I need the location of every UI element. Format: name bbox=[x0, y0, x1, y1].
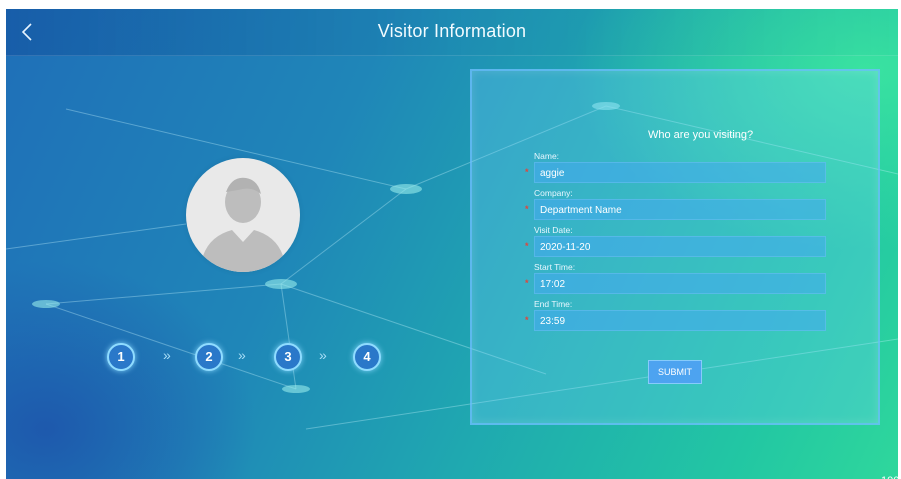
submit-button[interactable]: SUBMIT bbox=[648, 360, 702, 384]
required-marker: * bbox=[525, 167, 529, 177]
step-4: 4 bbox=[353, 343, 381, 371]
step-2: 2 bbox=[195, 343, 223, 371]
company-label: Company: bbox=[534, 188, 573, 198]
start-time-label: Start Time: bbox=[534, 262, 576, 272]
step-arrow: » bbox=[319, 347, 327, 363]
name-label: Name: bbox=[534, 151, 560, 161]
person-silhouette-icon bbox=[200, 177, 286, 272]
corner-status-text: 100 bbox=[881, 475, 898, 479]
required-marker: * bbox=[525, 241, 529, 251]
step-1: 1 bbox=[107, 343, 135, 371]
required-marker: * bbox=[525, 315, 529, 325]
start-time-field[interactable]: 17:02 bbox=[534, 273, 826, 294]
app-screen: Visitor Information 1 » 2 » 3 » 4 Who ar… bbox=[6, 9, 898, 479]
visitor-form-panel: Who are you visiting? Name: * aggie Comp… bbox=[470, 69, 880, 425]
form-title: Who are you visiting? bbox=[648, 129, 754, 141]
company-field[interactable]: Department Name bbox=[534, 199, 826, 220]
visit-date-label: Visit Date: bbox=[534, 225, 573, 235]
step-3: 3 bbox=[274, 343, 302, 371]
end-time-field[interactable]: 23:59 bbox=[534, 310, 826, 331]
required-marker: * bbox=[525, 278, 529, 288]
required-marker: * bbox=[525, 204, 529, 214]
top-bar: Visitor Information bbox=[6, 9, 898, 56]
end-time-label: End Time: bbox=[534, 299, 573, 309]
step-arrow: » bbox=[163, 347, 171, 363]
name-field[interactable]: aggie bbox=[534, 162, 826, 183]
page-title: Visitor Information bbox=[377, 21, 527, 41]
step-arrow: » bbox=[238, 347, 246, 363]
visitor-avatar[interactable] bbox=[186, 158, 300, 272]
visit-date-field[interactable]: 2020-11-20 bbox=[534, 236, 826, 257]
